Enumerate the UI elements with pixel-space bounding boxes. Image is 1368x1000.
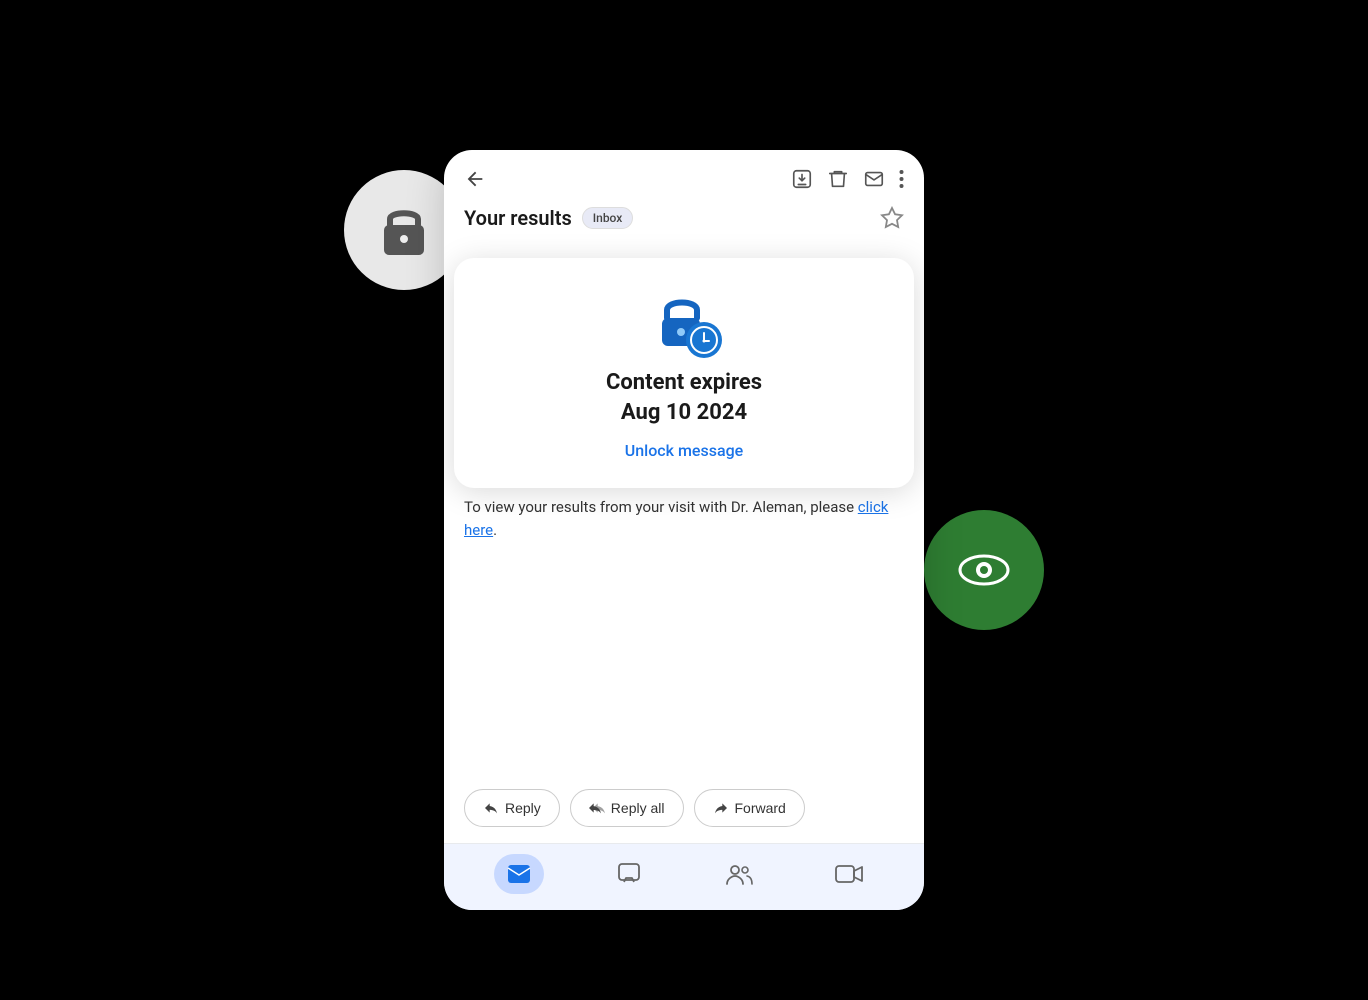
inbox-badge: Inbox (582, 207, 634, 229)
header-actions (791, 168, 904, 190)
eye-icon (958, 552, 1010, 588)
email-subject-row: Your results Inbox (444, 200, 924, 244)
people-nav-icon (725, 862, 753, 886)
forward-button[interactable]: Forward (694, 789, 805, 827)
expiry-lock-clock-icon (654, 290, 724, 360)
expiry-icon-wrapper (654, 290, 714, 350)
unlock-message-link[interactable]: Unlock message (625, 441, 743, 460)
expiry-card: Content expires Aug 10 2024 Unlock messa… (454, 258, 914, 488)
email-card: Your results Inbox (444, 150, 924, 910)
lock-icon (380, 203, 428, 257)
email-body: Hi Kim, To view your results from your v… (444, 454, 924, 775)
back-button[interactable] (464, 168, 486, 190)
email-subject: Your results (464, 206, 572, 230)
action-buttons-row: Reply Reply all Forward (444, 775, 924, 843)
download-icon[interactable] (791, 168, 813, 190)
forward-icon (713, 800, 729, 816)
chat-nav-icon (617, 862, 641, 886)
email-text: To view your results from your visit wit… (464, 496, 904, 541)
reply-button[interactable]: Reply (464, 789, 560, 827)
reply-all-button[interactable]: Reply all (570, 789, 684, 827)
nav-mail[interactable] (494, 854, 544, 894)
email-header (444, 150, 924, 200)
bottom-nav (444, 843, 924, 910)
eye-decoration-circle (924, 510, 1044, 630)
star-button[interactable] (880, 206, 904, 230)
expiry-title: Content expires Aug 10 2024 (606, 368, 762, 427)
video-nav-icon (835, 863, 863, 885)
nav-people[interactable] (714, 854, 764, 894)
reply-all-icon (589, 800, 605, 816)
reply-icon (483, 800, 499, 816)
delete-icon[interactable] (827, 168, 849, 190)
more-icon[interactable] (899, 168, 904, 190)
scene: Your results Inbox (404, 90, 964, 910)
nav-video[interactable] (824, 854, 874, 894)
nav-chat[interactable] (604, 854, 654, 894)
mark-unread-icon[interactable] (863, 168, 885, 190)
mail-nav-icon (507, 864, 531, 884)
